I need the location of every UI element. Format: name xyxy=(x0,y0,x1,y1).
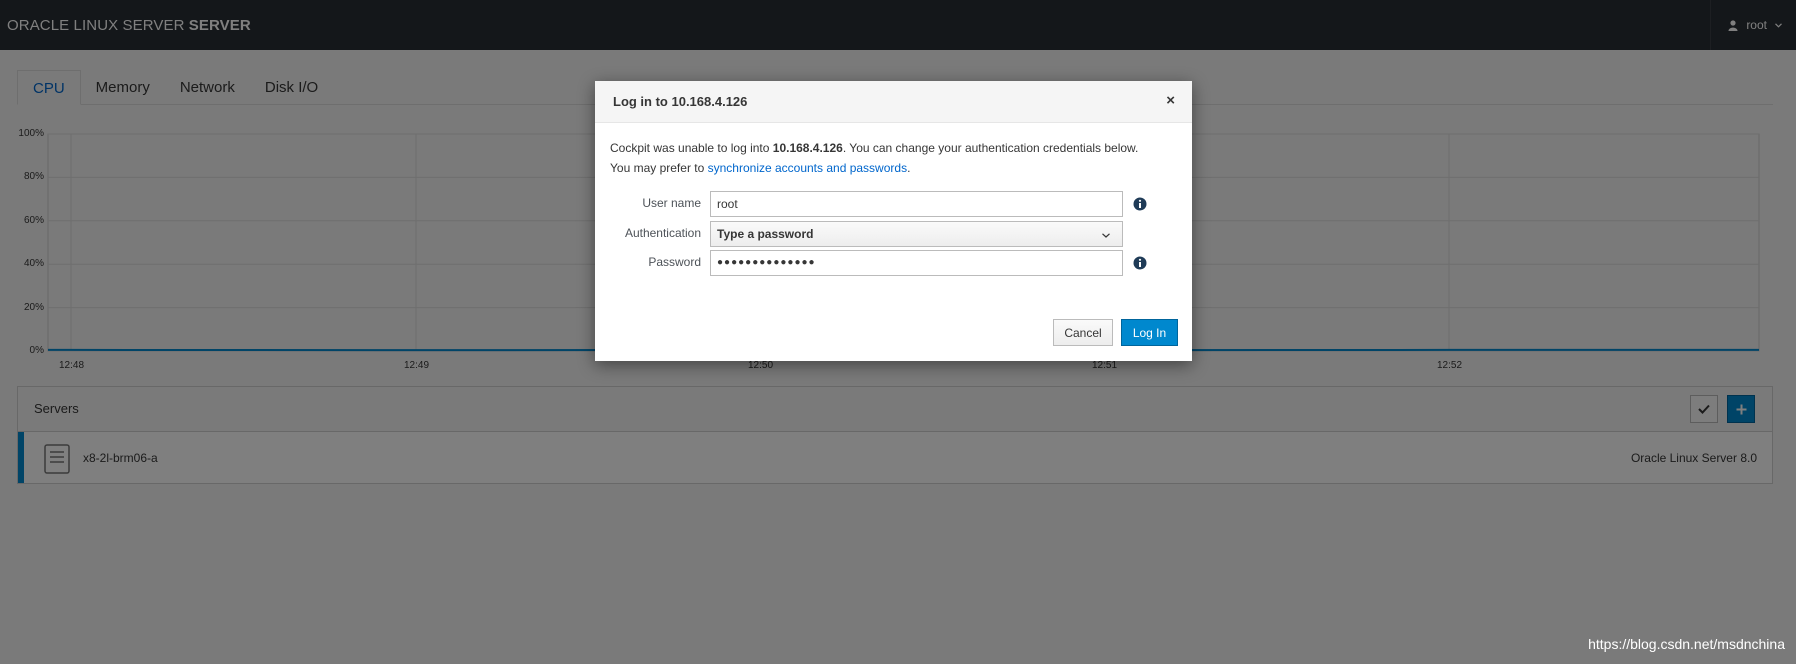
authentication-row: Authentication Type a password xyxy=(595,221,1192,248)
dialog-message: Cockpit was unable to log into 10.168.4.… xyxy=(610,138,1180,178)
synchronize-link[interactable]: synchronize accounts and passwords xyxy=(708,161,907,175)
message-text-4: . xyxy=(907,161,911,175)
message-text-2: . You can change your authentication cre… xyxy=(842,141,1139,155)
authentication-select[interactable]: Type a password xyxy=(710,221,1123,247)
authentication-value: Type a password xyxy=(717,227,814,241)
login-dialog: Log in to 10.168.4.126 × Cockpit was una… xyxy=(595,81,1192,361)
info-icon[interactable] xyxy=(1133,197,1147,211)
message-text-3: You may prefer to xyxy=(610,161,708,175)
username-field[interactable]: root xyxy=(710,191,1123,217)
login-button[interactable]: Log In xyxy=(1121,319,1178,346)
username-label: User name xyxy=(642,196,701,210)
cancel-button[interactable]: Cancel xyxy=(1053,319,1113,346)
password-label: Password xyxy=(648,255,701,269)
message-host: 10.168.4.126 xyxy=(772,141,843,155)
dialog-title: Log in to 10.168.4.126 xyxy=(613,94,748,109)
close-icon[interactable]: × xyxy=(1166,93,1175,108)
authentication-label: Authentication xyxy=(624,226,701,240)
dialog-header: Log in to 10.168.4.126 × xyxy=(595,81,1192,123)
password-row: Password ●●●●●●●●●●●●●● xyxy=(595,250,1192,277)
info-icon[interactable] xyxy=(1133,256,1147,270)
message-text-1: Cockpit was unable to log into xyxy=(610,141,773,155)
password-field[interactable]: ●●●●●●●●●●●●●● xyxy=(710,250,1123,276)
watermark: https://blog.csdn.net/msdnchina xyxy=(1588,636,1785,652)
username-row: User name root xyxy=(595,191,1192,218)
chevron-down-icon xyxy=(1102,222,1110,246)
